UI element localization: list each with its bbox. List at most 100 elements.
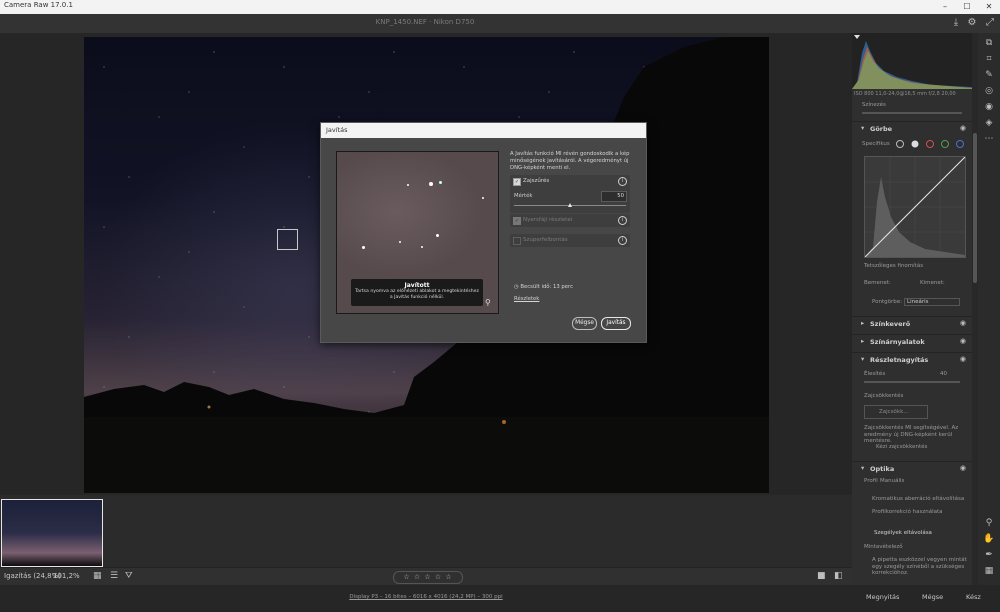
close-button[interactable]: ✕ bbox=[979, 0, 999, 13]
filter-icon[interactable]: ⛛ bbox=[125, 571, 133, 581]
filmstrip-thumbnail[interactable] bbox=[1, 499, 103, 567]
color-grading-header[interactable]: ▸ Színárnyalatok ◉ bbox=[852, 334, 972, 349]
chevron-down-icon: ▾ bbox=[861, 464, 865, 472]
detail-header[interactable]: ▾ Részletnagyítás ◉ bbox=[852, 352, 972, 367]
dialog-title: Javítás bbox=[326, 126, 348, 134]
right-panel: ISO 800 11,0-24,0@16,5 mm f/2,8 20,00 Sz… bbox=[852, 33, 972, 585]
gear-icon[interactable]: ⚙ bbox=[966, 17, 978, 29]
zoom-icon[interactable]: ⚲ bbox=[485, 298, 491, 307]
denoise-button[interactable]: Zajcsökk... bbox=[864, 405, 928, 419]
dialog-cancel-button[interactable]: Mégse bbox=[572, 317, 597, 330]
defringe-label[interactable]: Szegélyek eltávolása bbox=[874, 530, 932, 536]
estimated-time-text: Becsült idő: 13 perc bbox=[520, 284, 574, 290]
raw-details-checkbox[interactable]: ✓ bbox=[513, 217, 521, 225]
workflow-options-link[interactable]: Display P3 – 16 bites – 6016 x 4016 (24,… bbox=[0, 594, 852, 600]
maximize-button[interactable]: ☐ bbox=[957, 0, 977, 13]
sample-label: Mintavételező bbox=[864, 544, 903, 550]
amount-slider-thumb[interactable] bbox=[568, 203, 572, 207]
super-resolution-checkbox[interactable] bbox=[513, 237, 521, 245]
eye-icon[interactable]: ◉ bbox=[960, 464, 966, 472]
eyedropper-icon[interactable]: ✒ bbox=[983, 549, 995, 561]
done-button[interactable]: Kész bbox=[966, 591, 981, 604]
tone-curve-graph[interactable] bbox=[864, 156, 966, 258]
compare-view-icon[interactable]: ◧ bbox=[834, 571, 843, 581]
defringe-desc: A pipetta eszközzel vegyen mintát egy sz… bbox=[872, 557, 967, 576]
sharpen-value[interactable]: 40 bbox=[940, 371, 947, 377]
curve-preset-select[interactable]: Lineáris bbox=[904, 298, 960, 306]
details-link[interactable]: Részletek bbox=[514, 296, 539, 302]
optics-profile-tab[interactable]: Profil bbox=[864, 478, 878, 484]
open-button[interactable]: Megnyitás bbox=[866, 591, 899, 604]
enhance-preview[interactable]: Javított Tartsa nyomva az előnézeti abla… bbox=[336, 151, 499, 314]
sharpen-slider[interactable] bbox=[864, 381, 960, 383]
rating-stars[interactable]: ☆ ☆ ☆ ☆ ☆ bbox=[393, 571, 463, 584]
filmstrip-icon[interactable]: ▦ bbox=[93, 571, 102, 581]
dialog-enhance-button[interactable]: Javítás bbox=[601, 317, 631, 330]
crop-icon[interactable]: ⌗ bbox=[983, 53, 995, 65]
save-icon[interactable]: ⤓ bbox=[950, 17, 962, 29]
tooltip-body-2: a Javítás funkció nélkül. bbox=[389, 295, 445, 300]
optics-manual-tab[interactable]: Manuális bbox=[880, 478, 904, 484]
top-slider[interactable] bbox=[862, 112, 962, 114]
healing-icon[interactable]: ✎ bbox=[983, 69, 995, 81]
noise-reduction-label: Zajcsökkentés bbox=[864, 393, 904, 399]
preview-region-marker[interactable] bbox=[277, 229, 298, 250]
dialog-titlebar: Javítás bbox=[321, 123, 646, 138]
minimize-button[interactable]: – bbox=[935, 0, 955, 13]
zoom-value[interactable]: 101,2% bbox=[53, 572, 80, 580]
curve-footer: Tetszőleges finomítás bbox=[864, 263, 924, 269]
raw-details-label: Nyersfájl részletei bbox=[523, 217, 573, 223]
more-icon[interactable]: ⋯ bbox=[983, 133, 995, 145]
sort-icon[interactable]: ☰ bbox=[110, 571, 118, 581]
preview-star bbox=[421, 246, 423, 248]
sharpen-label: Élesítés bbox=[864, 371, 886, 377]
optics-title: Optika bbox=[870, 465, 895, 473]
cancel-button[interactable]: Mégse bbox=[922, 591, 943, 604]
histogram bbox=[852, 33, 972, 89]
preview-tooltip: Javított Tartsa nyomva az előnézeti abla… bbox=[351, 279, 483, 306]
optics-header[interactable]: ▾ Optika ◉ bbox=[852, 461, 972, 476]
info-icon[interactable]: i bbox=[618, 177, 627, 186]
curve-preset-label: Pontgörbe: bbox=[872, 299, 902, 305]
chevron-right-icon: ▸ bbox=[861, 337, 865, 345]
preview-star bbox=[362, 246, 365, 249]
curve-output-label: Kimenet: bbox=[920, 280, 945, 286]
eye-icon[interactable]: ◉ bbox=[960, 319, 966, 327]
info-icon[interactable]: i bbox=[618, 236, 627, 245]
amount-label: Mérték bbox=[514, 193, 533, 199]
info-icon[interactable]: i bbox=[618, 216, 627, 225]
curve-section-header[interactable]: ▾ Görbe ◉ bbox=[852, 121, 972, 136]
chevron-right-icon: ▸ bbox=[861, 319, 865, 327]
status-row: Igazítás (24,8%) 101,2% ▦ ☰ ⛛ ☆ ☆ ☆ ☆ ☆ … bbox=[0, 567, 852, 585]
super-resolution-option: Szuperfelbontás i bbox=[510, 234, 630, 247]
color-mixer-header[interactable]: ▸ Színkeverő ◉ bbox=[852, 316, 972, 331]
masking-icon[interactable]: ◎ bbox=[983, 85, 995, 97]
eye-icon[interactable]: ◉ bbox=[960, 124, 966, 132]
color-grading-title: Színárnyalatok bbox=[870, 338, 925, 346]
amount-input[interactable]: 50 bbox=[601, 191, 627, 202]
super-resolution-label: Szuperfelbontás bbox=[523, 237, 568, 243]
histogram-info: ISO 800 11,0-24,0@16,5 mm f/2,8 20,00 bbox=[854, 91, 956, 97]
denoise-checkbox[interactable]: ✓ bbox=[513, 178, 521, 186]
top-slider-label: Színezés bbox=[862, 102, 886, 108]
eye-icon[interactable]: ◉ bbox=[960, 355, 966, 363]
curve-channel-selector[interactable] bbox=[895, 139, 965, 149]
zoom-icon[interactable]: ⚲ bbox=[983, 517, 995, 529]
single-view-icon[interactable]: ■ bbox=[817, 571, 826, 581]
grid-icon[interactable]: ▦ bbox=[983, 565, 995, 577]
red-eye-icon[interactable]: ◉ bbox=[983, 101, 995, 113]
profile-correction-checkbox[interactable]: Profilkorrekció használata bbox=[872, 509, 943, 515]
scrollbar-thumb[interactable] bbox=[973, 133, 977, 283]
remove-ca-checkbox[interactable]: Kromatikus aberráció eltávolítása bbox=[872, 496, 964, 502]
fullscreen-icon[interactable]: ⤢ bbox=[984, 17, 996, 29]
tooltip-title: Javított bbox=[404, 282, 430, 289]
window-titlebar: Camera Raw 17.0.1 – ☐ ✕ bbox=[0, 0, 1000, 15]
edit-icon[interactable]: ⧉ bbox=[983, 37, 995, 49]
preview-star bbox=[399, 241, 401, 243]
presets-icon[interactable]: ◈ bbox=[983, 117, 995, 129]
detail-title: Részletnagyítás bbox=[870, 356, 929, 364]
hand-icon[interactable]: ✋ bbox=[983, 533, 995, 545]
manual-noise-label[interactable]: Kézi zajcsökkentés bbox=[876, 444, 927, 450]
enhance-dialog: Javítás Javított Tartsa nyomva az előnéz… bbox=[320, 122, 647, 343]
eye-icon[interactable]: ◉ bbox=[960, 337, 966, 345]
